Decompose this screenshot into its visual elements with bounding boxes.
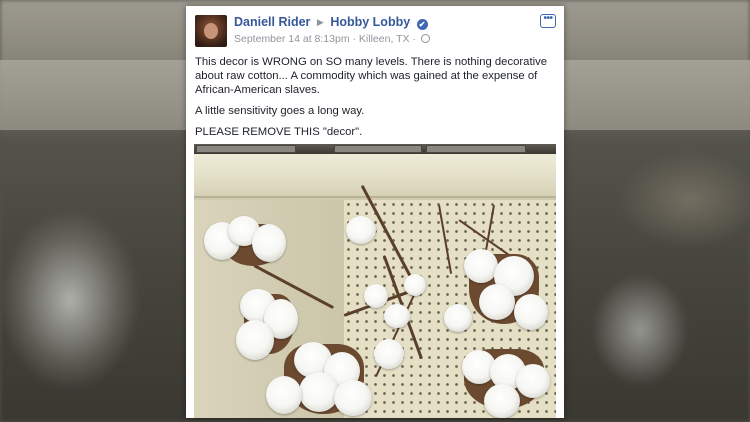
photo-cotton-boll [252,224,286,262]
post-body: This decor is WRONG on SO many levels. T… [186,48,564,139]
photo-cotton-boll [334,380,372,416]
facebook-post: Daniell Rider ▶ Hobby Lobby ✔ September … [186,6,564,418]
photo-cotton-boll [404,274,426,296]
photo-cotton-boll [516,364,550,398]
post-paragraph: This decor is WRONG on SO many levels. T… [195,56,548,96]
photo-cotton-boll [364,284,388,308]
author-name-link[interactable]: Daniell Rider [234,15,310,29]
photo-cotton-boll [236,320,274,360]
photo-cotton-boll [266,376,302,414]
verified-badge-icon: ✔ [416,19,428,30]
photo-cotton-boll [299,372,339,412]
photo-box [334,145,422,153]
photo-cotton-boll [384,304,410,328]
meta-separator: · [352,33,357,45]
photo-shelf-edge [194,154,556,198]
post-meta: September 14 at 8:13pm · Killeen, TX · [234,33,430,45]
post-location-link[interactable]: Killeen, TX [359,33,410,45]
meta-separator-2: · [412,33,416,45]
photo-cotton-boll [479,284,515,320]
photo-cotton-boll [464,249,498,283]
post-timestamp-link[interactable]: September 14 at 8:13pm [234,33,350,45]
photo-cotton-boll [346,216,376,244]
post-header-line: Daniell Rider ▶ Hobby Lobby ✔ [234,15,428,30]
arrow-right-icon: ▶ [316,17,324,27]
photo-cotton-boll [484,384,520,418]
more-options-button[interactable]: ••• [540,14,556,28]
photo-cotton-boll [374,339,404,369]
photo-cotton-boll [514,294,548,330]
photo-shelf-top [194,144,556,154]
post-header: Daniell Rider ▶ Hobby Lobby ✔ September … [186,6,564,48]
avatar-face [204,23,218,39]
avatar[interactable] [195,15,227,47]
post-photo[interactable] [194,144,556,418]
globe-icon [420,34,430,43]
photo-box [196,145,296,153]
photo-box [426,145,526,153]
page-name-link[interactable]: Hobby Lobby [330,15,410,29]
photo-cotton-boll [444,304,472,332]
post-paragraph: A little sensitivity goes a long way. [195,105,365,117]
post-paragraph: PLEASE REMOVE THIS "decor". [195,126,363,138]
